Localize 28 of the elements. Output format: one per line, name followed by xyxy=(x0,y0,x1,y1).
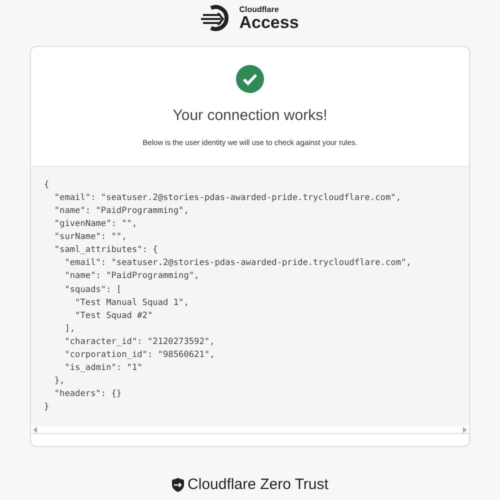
code-line: ], xyxy=(64,322,76,336)
code-line: "headers": {} xyxy=(53,388,123,402)
code-line: } xyxy=(44,401,50,414)
code-line: "name": "PaidProgramming", xyxy=(53,204,190,218)
horizontal-scrollbar[interactable] xyxy=(31,426,469,434)
code-line: "givenName": "", xyxy=(53,218,138,232)
code-line: "email": "seatuser.2@stories-pdas-awarded-pride.trycloudflare.com", xyxy=(64,257,412,270)
code-line: "character_id": "2120273592", xyxy=(64,336,216,349)
card-title: Your connection works! xyxy=(172,106,328,126)
code-line: "corporation_id": "98560621", xyxy=(64,348,216,362)
scroll-left-icon[interactable] xyxy=(33,426,37,433)
code-line: "Test Manual Squad 1", xyxy=(74,296,190,310)
code-line: "squads": [ xyxy=(64,284,123,296)
code-line: "Test Squad #2" xyxy=(74,310,154,323)
code-line: "saml_attributes": { xyxy=(53,244,159,258)
brand-label: Cloudflare xyxy=(239,6,280,14)
scroll-right-icon[interactable] xyxy=(463,426,467,433)
logo-icon xyxy=(201,3,232,33)
code-line: "email": "seatuser.2@stories-pdas-awarded-pride.trycloudflare.com", xyxy=(53,192,402,205)
code-line: "name": "PaidProgramming", xyxy=(64,270,200,284)
code-line: "surName": "", xyxy=(53,231,128,244)
check-circle-icon xyxy=(236,65,264,93)
code-line: "is_admin": "1" xyxy=(64,362,144,376)
product-title: Access xyxy=(239,14,299,30)
footer-brand: Cloudflare Zero Trust xyxy=(188,474,328,494)
code-line: { xyxy=(44,178,50,192)
shield-icon xyxy=(172,478,184,492)
code-line: }, xyxy=(53,375,66,388)
